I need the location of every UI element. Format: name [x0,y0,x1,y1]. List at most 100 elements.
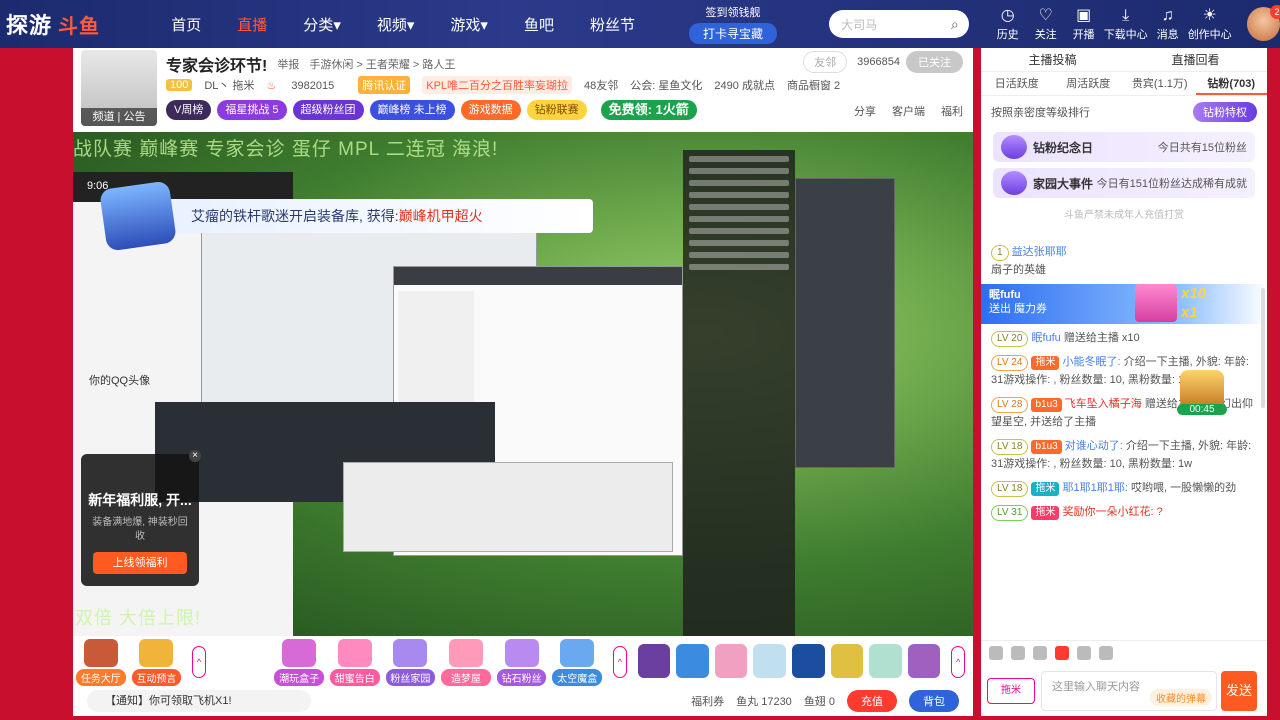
chat-username[interactable]: 益达张耶耶 [1012,246,1067,258]
download-center-button[interactable]: ⤓ 下载中心 [1103,6,1149,42]
home-events-card[interactable]: 家园大事件 今日有151位粉丝达成稀有成就 [993,168,1255,198]
diamond-fan-league-button[interactable]: 钻粉联赛 [526,100,587,120]
gift-item[interactable] [869,644,902,678]
tab-diamond-fans[interactable]: 钻粉(703) [1195,72,1267,95]
coupon-link[interactable]: 福利券 [691,693,724,709]
anchor-name[interactable]: DL丶 拖米 [204,77,254,93]
send-button[interactable]: 发送 [1221,671,1257,711]
anchor-submission-link[interactable]: 主播投稿 [1028,51,1076,68]
nav-item-video[interactable]: 视频▾ [377,14,415,35]
fan-icon[interactable] [1055,646,1069,660]
chat-username[interactable]: 对谁心动了: [1065,440,1123,452]
sweet-confession-button[interactable]: 甜蜜告白 [327,639,383,686]
nav-item-home[interactable]: 首页 [171,14,201,35]
super-fan-club-button[interactable]: 超级粉丝团 [292,100,364,120]
gift-item[interactable] [753,644,787,678]
gift-item[interactable] [830,644,864,678]
signin-promo[interactable]: 签到领钱舰 打卡寻宝藏 [688,4,778,44]
promo-claim-button[interactable]: 上线领福利 [93,552,187,574]
certification-badge: 腾讯认证 [358,76,411,94]
channel-notice-tab[interactable]: 频道 | 公告 [81,108,157,126]
task-hall-button[interactable]: 任务大厅 [73,639,129,686]
client-link[interactable]: 客户端 [892,103,925,119]
free-rocket-button[interactable]: 免费领: 1火箭 [600,100,697,120]
signin-button[interactable]: 打卡寻宝藏 [688,23,778,44]
megaphone-icon[interactable] [1011,646,1025,660]
diamond-fan-button[interactable]: 钻石粉丝 [494,639,550,686]
recharge-button[interactable]: 充值 [847,690,897,712]
peak-rank-button[interactable]: 巅峰榜 未上榜 [369,100,455,120]
friends-count[interactable]: 48友邻 [584,77,618,93]
saved-danmu-button[interactable]: 收藏的弹幕 [1150,689,1212,706]
user-avatar[interactable]: 2 [1246,5,1280,41]
chat-username[interactable]: 奖励你一朵小红花: [1063,506,1154,518]
share-link[interactable]: 分享 [854,103,876,119]
expand-right-toggle[interactable]: ^ [951,646,965,678]
report-link[interactable]: 举报 [277,56,299,72]
space-magic-box-button[interactable]: 太空魔盒 [549,639,605,686]
followed-button[interactable]: 已关注 [906,51,963,73]
shop-window[interactable]: 商品橱窗 2 [787,77,840,93]
notice-bar[interactable]: 【通知】你可领取飞机X1! [87,690,311,712]
replay-link[interactable]: 直播回看 [1171,51,1219,68]
chat-scrollbar[interactable] [1261,288,1265,408]
gift-item[interactable] [676,644,709,678]
nav-item-category[interactable]: 分类▾ [303,14,341,35]
chat-list: 1 益达张耶耶 扇子的英雄 眠fufu 送出 魔力券 x10 x1 LV 20 眠… [981,240,1267,640]
kpl-tag[interactable]: KPL唯二百分之百胜率妄瑚拉 [422,76,573,94]
tab-vip[interactable]: 贵宾(1.1万) [1124,72,1196,95]
achievement-points[interactable]: 2490 成就点 [714,77,775,93]
expand-mid-toggle[interactable]: ^ [613,646,627,678]
site-logo[interactable]: 探游 斗鱼 [0,0,137,48]
dream-house-button[interactable]: 造梦屋 [438,639,494,686]
chat-mode-icon[interactable] [1077,646,1091,660]
gift-icon[interactable] [1033,646,1047,660]
settings-icon[interactable] [1099,646,1113,660]
lucky-star-challenge-button[interactable]: 福星挑战 5 [217,100,287,120]
close-icon[interactable]: × [189,450,201,462]
fan-label-selector[interactable]: 拖米 [987,678,1035,704]
video-player[interactable]: 战队赛 巅峰赛 专家会诊 蛋仔 MPL 二连冠 海浪! 9:06 你的QQ头像 … [73,132,973,636]
chat-username[interactable]: 飞车坠入橘子海 [1065,398,1142,410]
backpack-button[interactable]: 背包 [909,690,959,712]
gift-item[interactable] [907,644,941,678]
signin-title: 签到领钱舰 [705,7,761,19]
diamond-privilege-button[interactable]: 钻粉特权 [1193,102,1257,122]
nav-item-games[interactable]: 游戏▾ [450,14,488,35]
tab-daily-activity[interactable]: 日活跃度 [981,72,1053,95]
game-data-button[interactable]: 游戏数据 [460,100,521,120]
creator-center-button[interactable]: ☀ 创作中心 [1187,6,1233,42]
treasure-chest-timer[interactable]: 00:45 [1177,370,1227,415]
guild-info[interactable]: 公会: 星鱼文化 [630,77,702,93]
messages-button[interactable]: ♫ 消息 [1149,6,1187,42]
diamond-anniversary-card[interactable]: 钻粉纪念日 今日共有15位粉丝 [993,132,1255,162]
chat-username[interactable]: 小能冬眠了: [1063,356,1121,368]
search-input[interactable]: 大司马 ⌕ [829,10,969,38]
trendy-box-button[interactable]: 潮玩盒子 [271,639,327,686]
search-icon[interactable]: ⌕ [951,16,959,33]
fan-home-button[interactable]: 粉丝家园 [383,639,439,686]
chat-username[interactable]: 眠fufu [1031,332,1060,344]
v-week-rank-button[interactable]: V周榜 [166,100,212,120]
tab-weekly-activity[interactable]: 周活跃度 [1053,72,1125,95]
gift-sender[interactable]: 眠fufu [989,284,1267,302]
category-breadcrumb[interactable]: 手游休闲 > 王者荣耀 > 路人王 [309,56,455,72]
expand-left-toggle[interactable]: ^ [192,646,206,678]
chat-input[interactable]: 这里输入聊天内容 收藏的弹幕 [1041,671,1217,711]
history-button[interactable]: ◷ 历史 [989,6,1027,42]
gift-item[interactable] [637,644,671,678]
newyear-promo-popup[interactable]: × 新年福利服, 开... 装备满地爆, 神装秒回收 上线领福利 [81,450,201,586]
streamer-avatar[interactable]: 频道 | 公告 [81,50,157,126]
welfare-link[interactable]: 福利 [941,103,963,119]
gift-item[interactable] [714,644,748,678]
interactive-prediction-button[interactable]: 互动预言 [129,639,185,686]
nav-item-yuba[interactable]: 鱼吧 [524,14,554,35]
chat-username[interactable]: 耶1耶1耶1耶: [1063,482,1128,494]
gift-item[interactable] [792,644,825,678]
emoji-icon[interactable] [989,646,1003,660]
follow-button[interactable]: ♡ 关注 [1027,6,1065,42]
nav-item-live[interactable]: 直播 [237,14,267,35]
start-live-button[interactable]: ▣ 开播 [1065,6,1103,42]
nav-item-fan-fest[interactable]: 粉丝节 [590,14,635,35]
friend-button[interactable]: 友邻 [803,51,848,73]
